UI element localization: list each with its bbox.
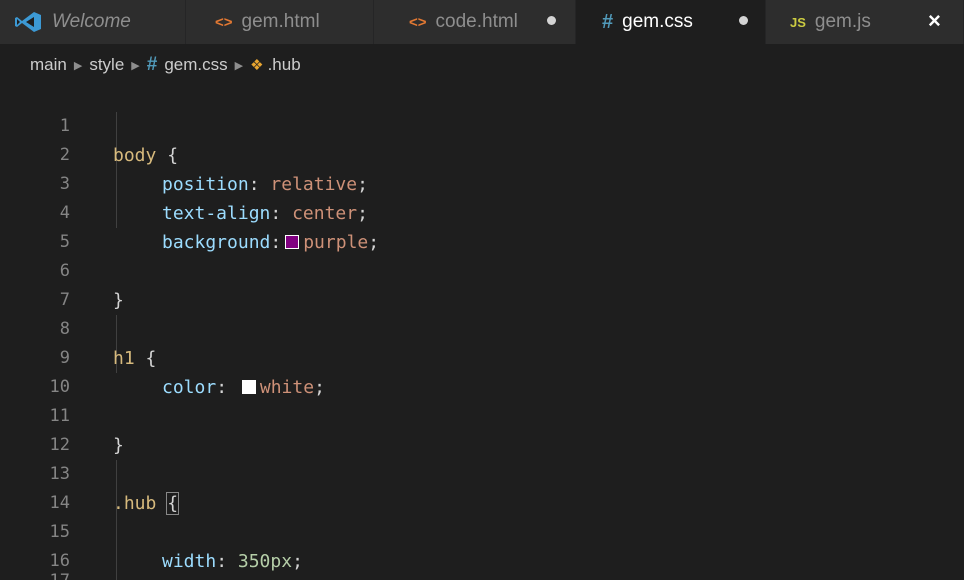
code-line: 17 [0,547,964,580]
code-line: 6 } [0,228,964,311]
tab-gem-css[interactable]: # gem.css [576,0,766,44]
code-line: 12 [0,402,964,455]
breadcrumb-item-main[interactable]: main [30,55,67,75]
tab-label: code.html [435,11,518,32]
tab-gem-html[interactable]: <> gem.html [186,0,374,44]
code-line: 10 [0,344,964,397]
code-line: 16 border: solid black 5px; [0,518,964,571]
code-line: 9 color: white; [0,315,964,398]
js-icon: JS [790,14,806,30]
code-line: 15 width: 350px; [0,489,964,572]
code-line: 5 [0,199,964,252]
breadcrumb-item-style[interactable]: style [89,55,124,75]
vscode-window: Welcome <> gem.html <> code.html # gem.c… [0,0,964,580]
css-hash-icon: # [146,54,158,75]
tab-label: gem.css [622,11,693,32]
tab-bar: Welcome <> gem.html <> code.html # gem.c… [0,0,964,44]
code-line: 11 } [0,373,964,456]
breadcrumb-item-file[interactable]: gem.css [164,55,227,75]
tab-gem-js[interactable]: JS gem.js × [766,0,964,44]
tab-welcome[interactable]: Welcome [0,0,186,44]
breadcrumb-item-selector[interactable]: .hub [268,55,301,75]
close-icon[interactable]: × [928,8,941,34]
code-line: 2 position: relative; [0,112,964,195]
modified-dot-icon[interactable] [739,16,748,25]
tab-label: Welcome [52,11,131,32]
code-line: 1 body { [0,83,964,166]
code-line: 4 background: purple; [0,170,964,253]
tab-label: gem.js [814,11,871,32]
vscode-logo-icon [15,12,41,32]
tab-label: gem.html [241,11,320,32]
css-hash-icon: # [602,10,614,33]
code-line: 8 h1 { [0,286,964,369]
line-number: 17 [0,567,70,580]
code-line: 7 [0,257,964,310]
html-icon: <> [409,13,427,31]
html-icon: <> [215,13,233,31]
css-symbol-icon: ❖ [250,57,264,74]
modified-dot-icon[interactable] [547,16,556,25]
tab-code-html[interactable]: <> code.html [374,0,576,44]
code-content: border: solid black 5px; [162,576,444,580]
chevron-right-icon: ▶ [234,59,244,72]
code-line: 3 text-align: center; [0,141,964,224]
breadcrumb: main ▶ style ▶ # gem.css ▶ ❖ .hub [30,52,301,78]
chevron-right-icon: ▶ [73,59,83,72]
chevron-right-icon: ▶ [131,59,140,72]
code-line: 13 .hub { [0,431,964,515]
code-line: 14 [0,460,964,513]
code-editor[interactable]: 1 body { 2 position: relative; 3 text-al… [0,83,964,580]
